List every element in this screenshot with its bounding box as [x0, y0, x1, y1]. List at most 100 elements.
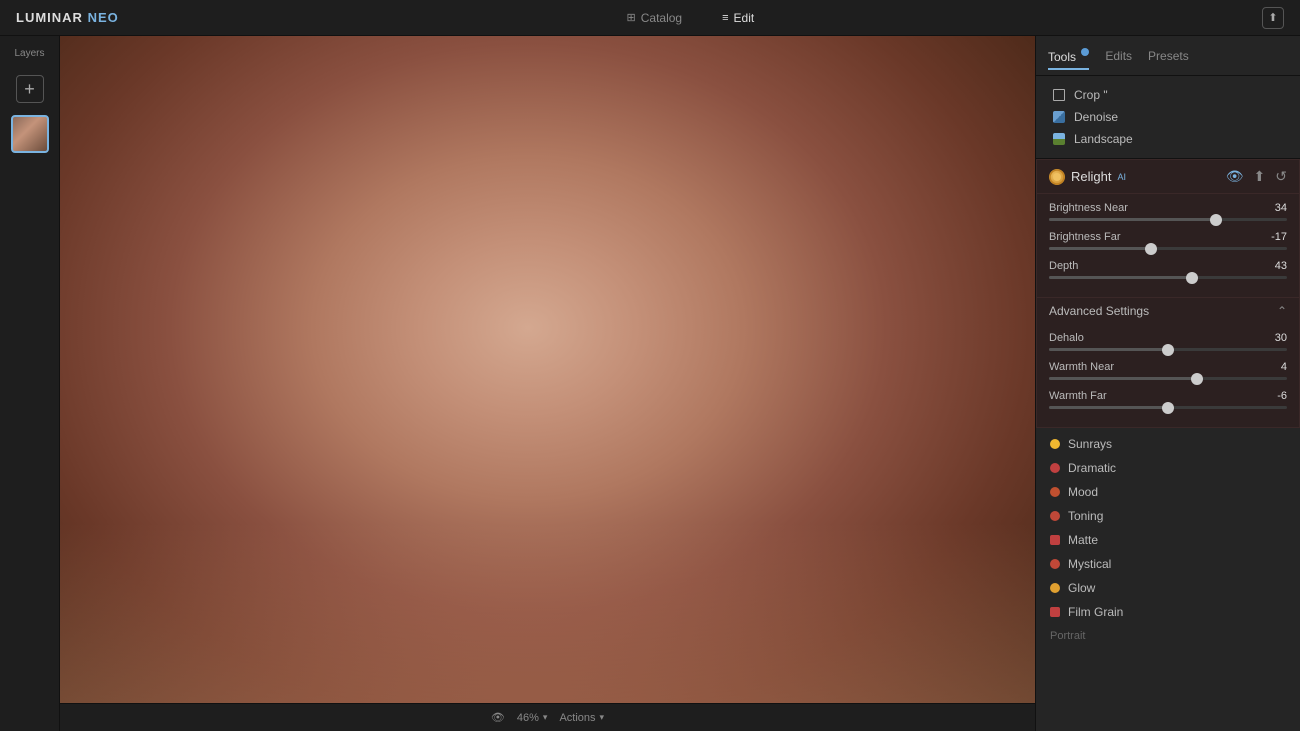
- mystical-label: Mystical: [1068, 557, 1111, 571]
- crop-label: Crop ": [1074, 88, 1108, 102]
- warmth-far-thumb[interactable]: [1162, 402, 1174, 414]
- depth-track[interactable]: [1049, 276, 1287, 279]
- visibility-icon[interactable]: 👁: [1226, 168, 1244, 185]
- app-neo: NEO: [88, 10, 119, 25]
- brightness-far-track[interactable]: [1049, 247, 1287, 250]
- list-item-film-grain[interactable]: Film Grain: [1036, 600, 1300, 624]
- tab-presets[interactable]: Presets: [1148, 45, 1189, 67]
- warmth-far-track[interactable]: [1049, 406, 1287, 409]
- bookmark-icon[interactable]: ⬆: [1254, 168, 1266, 185]
- advanced-settings-title: Advanced Settings: [1049, 304, 1149, 318]
- right-panel: Tools Edits Presets Crop " De: [1035, 36, 1300, 731]
- topbar-right: ⬆: [1262, 7, 1284, 29]
- depth-thumb[interactable]: [1186, 272, 1198, 284]
- relight-actions: 👁 ⬆ ↺: [1226, 168, 1287, 185]
- crop-icon: [1052, 88, 1066, 102]
- brightness-near-value: 34: [1259, 202, 1287, 214]
- layers-label: Layers: [14, 48, 44, 59]
- dramatic-label: Dramatic: [1068, 461, 1116, 475]
- list-item-dramatic[interactable]: Dramatic: [1036, 456, 1300, 480]
- actions-label: Actions: [559, 712, 595, 724]
- sunrays-dot: [1050, 439, 1060, 449]
- dehalo-label: Dehalo: [1049, 332, 1084, 344]
- depth-fill: [1049, 276, 1192, 279]
- list-item-mystical[interactable]: Mystical: [1036, 552, 1300, 576]
- list-item-glow[interactable]: Glow: [1036, 576, 1300, 600]
- catalog-label: Catalog: [641, 11, 682, 25]
- layer-thumbnail[interactable]: [11, 115, 49, 153]
- mystical-dot: [1050, 559, 1060, 569]
- catalog-icon: ⊞: [627, 11, 636, 24]
- toning-label: Toning: [1068, 509, 1103, 523]
- warmth-near-track[interactable]: [1049, 377, 1287, 380]
- zoom-control[interactable]: 46% ▾: [517, 712, 548, 724]
- actions-button[interactable]: Actions ▾: [559, 712, 604, 724]
- list-item-toning[interactable]: Toning: [1036, 504, 1300, 528]
- brightness-far-value: -17: [1259, 231, 1287, 243]
- edit-label: Edit: [734, 11, 755, 25]
- add-layer-button[interactable]: +: [16, 75, 44, 103]
- list-item-sunrays[interactable]: Sunrays: [1036, 432, 1300, 456]
- canvas-area[interactable]: 👁 46% ▾ Actions ▾: [60, 36, 1035, 731]
- reset-icon[interactable]: ↺: [1275, 168, 1287, 185]
- ai-badge: AI: [1117, 172, 1126, 182]
- edit-icon: ≡: [722, 12, 728, 24]
- tab-presets-label: Presets: [1148, 49, 1189, 63]
- warmth-far-label: Warmth Far: [1049, 390, 1107, 402]
- dehalo-value: 30: [1259, 332, 1287, 344]
- dehalo-slider: Dehalo 30: [1049, 332, 1287, 351]
- warmth-near-thumb[interactable]: [1191, 373, 1203, 385]
- film-grain-label: Film Grain: [1068, 605, 1123, 619]
- warmth-far-slider: Warmth Far -6: [1049, 390, 1287, 409]
- portrait-section-label: Portrait: [1050, 630, 1085, 642]
- sunrays-label: Sunrays: [1068, 437, 1112, 451]
- main-content: Layers +: [0, 36, 1300, 731]
- dehalo-thumb[interactable]: [1162, 344, 1174, 356]
- zoom-level: 46%: [517, 712, 539, 724]
- toning-dot: [1050, 511, 1060, 521]
- share-button[interactable]: ⬆: [1262, 7, 1284, 29]
- landscape-label: Landscape: [1074, 132, 1133, 146]
- dehalo-track[interactable]: [1049, 348, 1287, 351]
- relight-title-area: Relight AI: [1049, 169, 1126, 185]
- nav-edit[interactable]: ≡ Edit: [714, 7, 762, 29]
- tab-edits[interactable]: Edits: [1105, 45, 1132, 67]
- nav-center: ⊞ Catalog ≡ Edit: [619, 7, 763, 29]
- landscape-tool[interactable]: Landscape: [1048, 128, 1288, 150]
- warmth-near-slider: Warmth Near 4: [1049, 361, 1287, 380]
- list-item-matte[interactable]: Matte: [1036, 528, 1300, 552]
- brightness-far-fill: [1049, 247, 1151, 250]
- tab-tools[interactable]: Tools: [1048, 44, 1089, 68]
- denoise-icon: [1052, 110, 1066, 124]
- relight-panel: Relight AI 👁 ⬆ ↺ Brightness Near 34: [1036, 159, 1300, 428]
- right-panel-tabs: Tools Edits Presets: [1036, 36, 1300, 76]
- brightness-near-fill: [1049, 218, 1216, 221]
- tab-tools-label: Tools: [1048, 50, 1076, 64]
- advanced-settings-header[interactable]: Advanced Settings ⌃: [1037, 297, 1299, 324]
- tab-edits-label: Edits: [1105, 49, 1132, 63]
- brightness-near-slider: Brightness Near 34: [1049, 202, 1287, 221]
- crop-tool[interactable]: Crop ": [1048, 84, 1288, 106]
- dehalo-fill: [1049, 348, 1168, 351]
- brightness-far-thumb[interactable]: [1145, 243, 1157, 255]
- brightness-near-track[interactable]: [1049, 218, 1287, 221]
- brightness-near-thumb[interactable]: [1210, 214, 1222, 226]
- glow-dot: [1050, 583, 1060, 593]
- left-sidebar: Layers +: [0, 36, 60, 731]
- zoom-chevron-icon: ▾: [543, 712, 548, 723]
- brightness-near-label: Brightness Near: [1049, 202, 1128, 214]
- mood-label: Mood: [1068, 485, 1098, 499]
- logo-area: LUMINAR NEO: [16, 10, 119, 25]
- actions-chevron-icon: ▾: [600, 712, 605, 723]
- app-name: LUMINAR: [16, 10, 83, 25]
- list-item-mood[interactable]: Mood: [1036, 480, 1300, 504]
- warmth-near-fill: [1049, 377, 1197, 380]
- visibility-toggle[interactable]: 👁: [491, 711, 505, 724]
- advanced-settings-chevron-icon[interactable]: ⌃: [1277, 304, 1287, 318]
- portrait-svg: [60, 36, 1035, 731]
- landscape-icon: [1052, 132, 1066, 146]
- depth-label: Depth: [1049, 260, 1078, 272]
- denoise-tool[interactable]: Denoise: [1048, 106, 1288, 128]
- nav-catalog[interactable]: ⊞ Catalog: [619, 7, 691, 29]
- main-sliders: Brightness Near 34 Brightness Far -17: [1037, 194, 1299, 297]
